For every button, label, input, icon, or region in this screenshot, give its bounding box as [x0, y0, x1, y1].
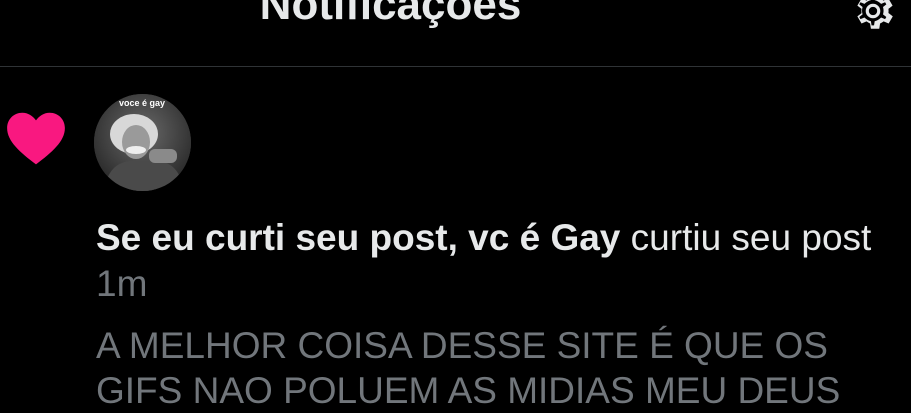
action-text: curtiu seu post — [630, 217, 872, 258]
avatar[interactable]: voce é gay — [94, 94, 191, 191]
post-preview-line-2: GIFS NAO POLUEM AS MIDIAS MEU DEUS — [96, 370, 841, 411]
notification-text: Se eu curti seu post, vc é Gay curtiu se… — [96, 215, 896, 307]
page-title: Notificações — [259, 0, 522, 29]
svg-text:voce é gay: voce é gay — [119, 98, 165, 108]
timestamp: 1m — [96, 263, 148, 304]
actor-name[interactable]: Se eu curti seu post, vc é Gay — [96, 217, 620, 258]
post-preview[interactable]: A MELHOR COISA DESSE SITE É QUE OS GIFS … — [96, 323, 911, 413]
avatar-image: voce é gay — [94, 94, 191, 191]
post-preview-line-1: A MELHOR COISA DESSE SITE É QUE OS — [96, 325, 828, 366]
settings-gear-icon[interactable] — [848, 0, 898, 36]
heart-icon — [7, 112, 65, 165]
page-header: Notificações — [0, 0, 911, 67]
